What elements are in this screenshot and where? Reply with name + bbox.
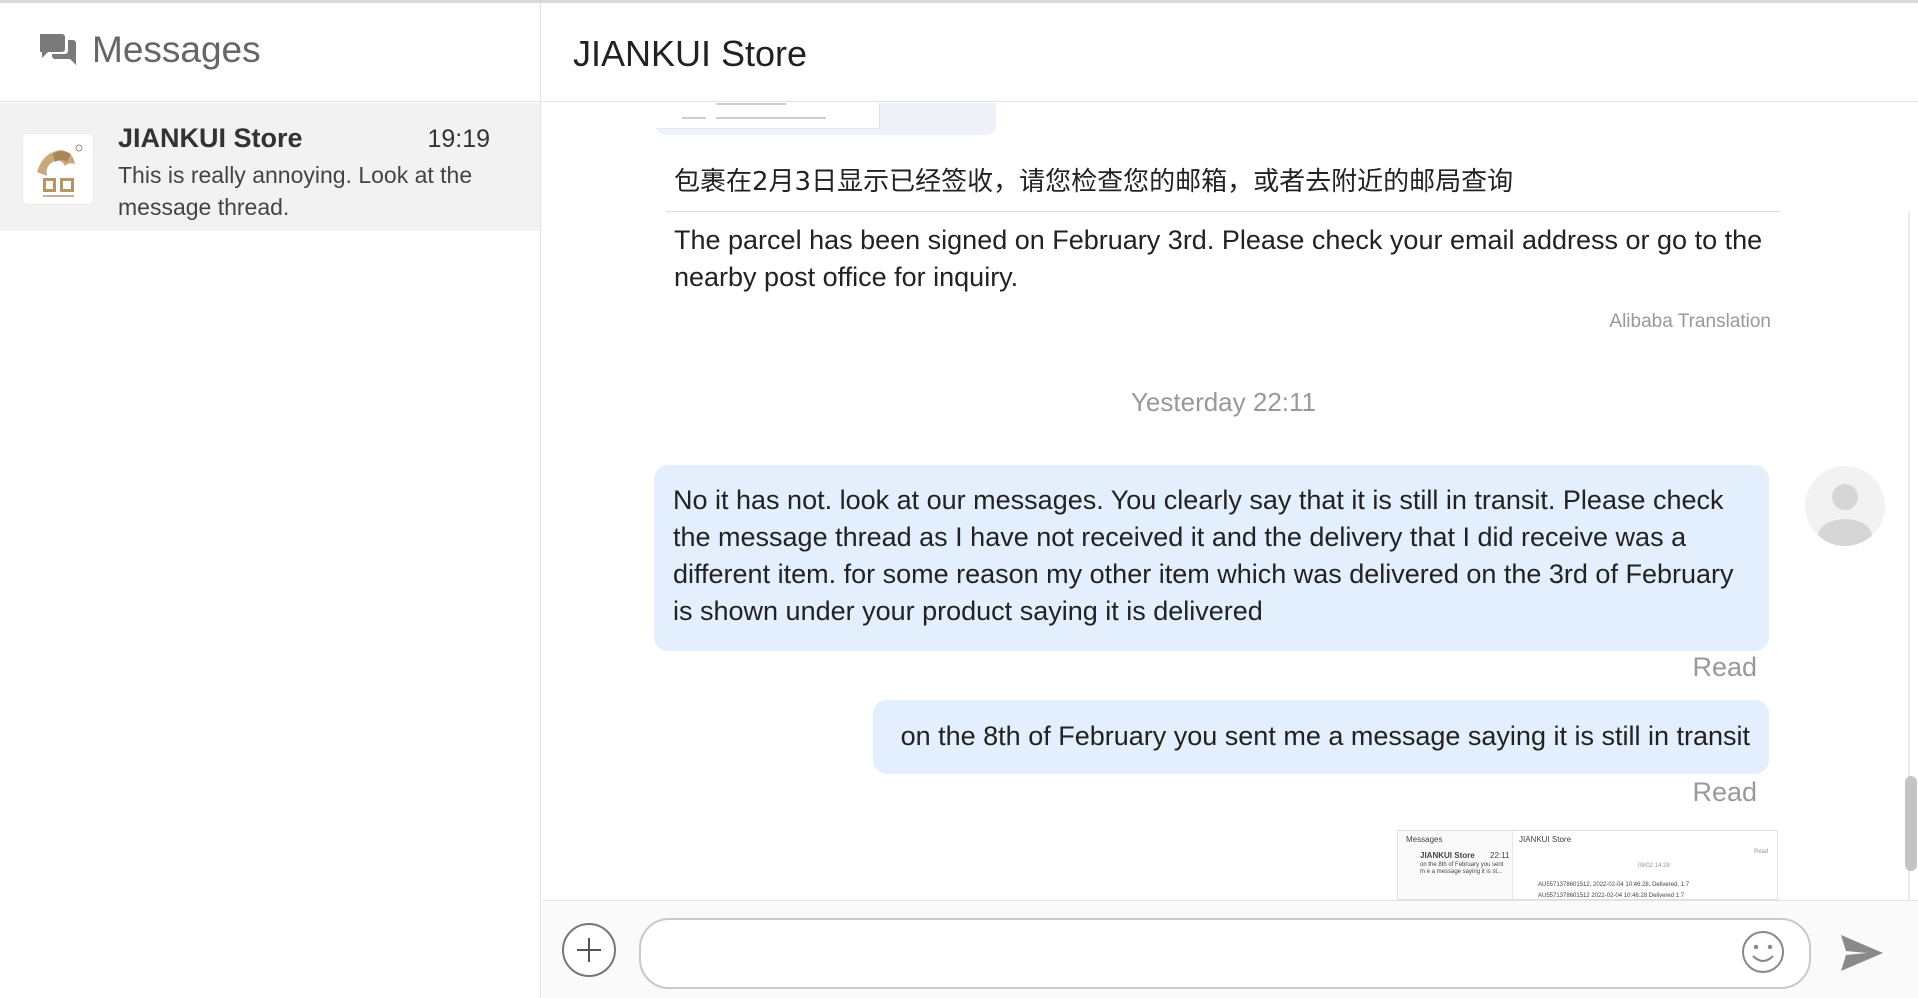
screenshot-store-preview: on the 8th of February you sent m e a me… xyxy=(1420,862,1504,875)
sent-message-bubble[interactable]: No it has not. look at our messages. You… xyxy=(654,465,1769,651)
sidebar-title: Messages xyxy=(92,29,261,70)
chat-bubbles-icon xyxy=(40,34,76,65)
plus-circle-icon[interactable] xyxy=(562,923,616,977)
screenshot-line-1: AU5571378601512, 2022-02-04 10:46:28, De… xyxy=(1538,882,1690,888)
message-composer xyxy=(542,900,1918,998)
screenshot-line-2: AU5571378601512 2022-02-04 10:46:28 Deli… xyxy=(1538,893,1685,899)
message-timestamp: Yesterday 22:11 xyxy=(1130,387,1317,417)
translated-message: 包裹在2月3日显示已经签收，请您检查您的邮箱，或者去附近的邮局查询 The pa… xyxy=(666,165,1781,333)
screenshot-image-message[interactable]: Messages JIANKUI Store 22:11 on the 8th … xyxy=(1397,830,1778,900)
image-thumbnail xyxy=(656,103,880,129)
sidebar-header: Messages xyxy=(0,3,540,102)
screenshot-sidebar-title: Messages xyxy=(1406,835,1443,844)
conversation-preview: This is really annoying. Look at the mes… xyxy=(118,162,473,220)
conversation-time: 19:19 xyxy=(427,125,490,153)
image-message-partial[interactable] xyxy=(656,103,996,135)
translated-text: The parcel has been signed on February 3… xyxy=(674,225,1763,292)
store-logo-icon xyxy=(23,134,93,204)
smiley-icon[interactable] xyxy=(1741,930,1785,974)
message-list[interactable]: 包裹在2月3日显示已经签收，请您检查您的邮箱，或者去附近的邮局查询 The pa… xyxy=(542,103,1918,900)
screenshot-timestamp: 08/02 14:28 xyxy=(1638,863,1670,869)
scrollbar-thumb[interactable] xyxy=(1905,776,1917,871)
screenshot-read-status: Read xyxy=(1754,849,1769,855)
chat-panel: JIANKUI Store 包裹在2月3日显示已经签收，请您检查您的邮箱，或者去… xyxy=(542,3,1918,998)
message-input[interactable] xyxy=(667,932,1707,976)
message-scrollbar[interactable] xyxy=(1902,211,1917,900)
translation-credit: Alibaba Translation xyxy=(1609,311,1771,332)
chat-title: JIANKUI Store xyxy=(573,33,808,74)
original-text: 包裹在2月3日显示已经签收，请您检查您的邮箱，或者去附近的邮局查询 xyxy=(674,167,1514,197)
user-avatar-icon xyxy=(1805,466,1885,546)
conversation-item[interactable]: JIANKUI Store 19:19 This is really annoy… xyxy=(0,103,540,231)
chat-header: JIANKUI Store xyxy=(542,3,1918,102)
screenshot-store-time: 22:11 xyxy=(1490,851,1510,860)
paper-plane-icon[interactable] xyxy=(1839,933,1885,973)
conversation-name: JIANKUI Store xyxy=(118,123,303,153)
sent-message-bubble[interactable]: on the 8th of February you sent me a mes… xyxy=(873,700,1769,774)
messaging-app: Messages JIANKUI Store 19:19 This is rea xyxy=(0,0,1918,998)
read-status: Read xyxy=(1692,777,1757,807)
message-input-box[interactable] xyxy=(639,918,1811,989)
sidebar: Messages JIANKUI Store 19:19 This is rea xyxy=(0,3,541,998)
store-avatar xyxy=(22,133,94,205)
read-status: Read xyxy=(1692,652,1757,682)
screenshot-store-name: JIANKUI Store xyxy=(1420,851,1475,860)
screenshot-chat-title: JIANKUI Store xyxy=(1519,835,1572,844)
